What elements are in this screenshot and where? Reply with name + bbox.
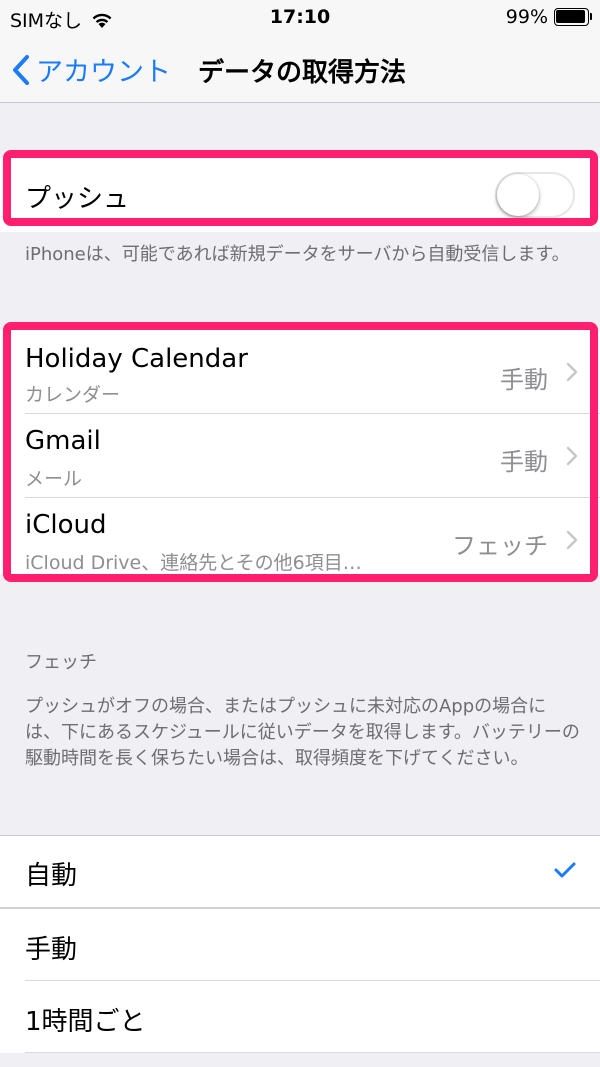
account-detail: メール xyxy=(25,468,83,490)
account-detail: iCloud Drive、連絡先とその他6項目… xyxy=(25,552,362,574)
account-row[interactable]: iCloud iCloud Drive、連絡先とその他6項目… フェッチ xyxy=(0,498,600,574)
toggle-knob xyxy=(497,174,539,216)
fetch-option-label: 1時間ごと xyxy=(25,1007,146,1037)
fetch-option-label: 自動 xyxy=(25,861,78,891)
fetch-option-row[interactable]: 1時間ごと xyxy=(0,981,600,1053)
battery-percent: 99% xyxy=(505,6,548,28)
push-label: プッシュ xyxy=(25,184,130,214)
push-group: プッシュ xyxy=(0,158,600,232)
back-label: アカウント xyxy=(36,57,171,88)
page-title: データの取得方法 xyxy=(198,58,407,88)
fetch-description: プッシュがオフの場合、またはプッシュに未対応のAppの場合には、下にあるスケジュ… xyxy=(25,696,580,769)
account-name: iCloud xyxy=(25,510,107,540)
fetch-option-row[interactable]: 手動 xyxy=(0,909,600,981)
chevron-right-icon xyxy=(566,362,578,382)
fetch-section-header: フェッチ xyxy=(25,652,97,673)
account-mode: 手動 xyxy=(500,366,548,394)
status-bar: SIMなし 17:10 99% xyxy=(0,0,600,36)
fetch-options-group: 自動 手動 1時間ごと xyxy=(0,835,600,1053)
accounts-group: Holiday Calendar カレンダー 手動 Gmail メール 手動 i… xyxy=(0,330,600,574)
navigation-bar: アカウント データの取得方法 xyxy=(0,36,600,103)
chevron-right-icon xyxy=(566,530,578,550)
push-row: プッシュ xyxy=(0,158,600,232)
row-separator xyxy=(25,1052,600,1053)
account-detail: カレンダー xyxy=(25,384,121,406)
status-right: 99% xyxy=(506,6,592,28)
checkmark-icon xyxy=(554,862,576,878)
fetch-option-row[interactable]: 自動 xyxy=(0,835,600,907)
fetch-option-label: 手動 xyxy=(25,935,78,965)
back-chevron-icon xyxy=(13,54,29,85)
account-mode: 手動 xyxy=(500,448,548,476)
battery-icon xyxy=(554,8,592,26)
account-row[interactable]: Holiday Calendar カレンダー 手動 xyxy=(0,330,600,414)
push-toggle[interactable] xyxy=(495,172,575,218)
account-row[interactable]: Gmail メール 手動 xyxy=(0,414,600,498)
account-name: Gmail xyxy=(25,426,101,456)
account-name: Holiday Calendar xyxy=(25,344,248,374)
chevron-right-icon xyxy=(566,446,578,466)
back-button[interactable]: アカウント xyxy=(12,50,171,89)
push-footer: iPhoneは、可能であれば新規データをサーバから自動受信します。 xyxy=(25,244,570,265)
account-mode: フェッチ xyxy=(452,532,548,560)
